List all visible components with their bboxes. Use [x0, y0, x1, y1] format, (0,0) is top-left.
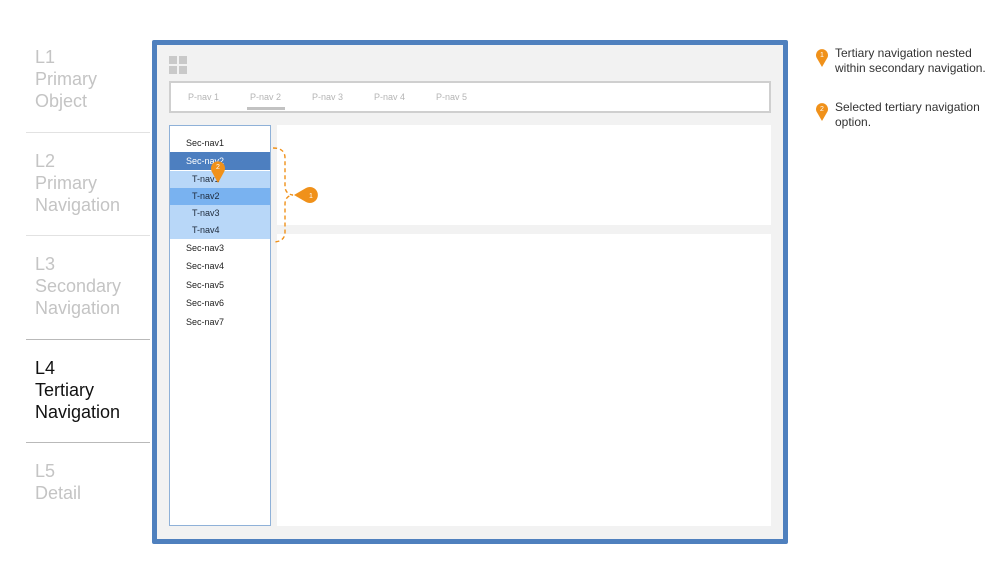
- level-l3-code: L3: [35, 254, 56, 274]
- level-divider: [26, 235, 150, 236]
- level-l4-title-line1: Tertiary: [35, 380, 95, 400]
- legend-text: Tertiary navigation nested within second…: [835, 46, 986, 75]
- level-l5: L5 Detail: [26, 460, 150, 504]
- level-l3-title-line1: Secondary: [35, 276, 122, 296]
- secondary-nav-item[interactable]: Sec-nav5: [170, 276, 270, 294]
- secondary-nav-item[interactable]: Sec-nav7: [170, 313, 270, 331]
- primary-nav-item[interactable]: P-nav 1: [188, 92, 219, 102]
- level-divider: [26, 442, 150, 443]
- level-l4-code: L4: [35, 358, 56, 378]
- map-pin-icon: 2: [816, 103, 828, 121]
- secondary-nav-item[interactable]: Sec-nav6: [170, 294, 270, 312]
- tertiary-nav-item[interactable]: T-nav1: [170, 171, 270, 188]
- content-panel-top: [277, 125, 771, 225]
- level-l5-code: L5: [35, 461, 56, 481]
- secondary-nav-item[interactable]: Sec-nav1: [170, 134, 270, 152]
- level-l2-title-line2: Navigation: [35, 195, 121, 215]
- level-l1-code: L1: [35, 47, 56, 67]
- primary-nav-selected-underline: [247, 107, 285, 110]
- level-l2: L2 Primary Navigation: [26, 150, 150, 216]
- tertiary-nav-item-selected[interactable]: T-nav2: [170, 188, 270, 205]
- level-l5-title-line1: Detail: [35, 483, 82, 503]
- level-divider: [26, 339, 150, 340]
- level-l1-title-line2: Object: [35, 91, 88, 111]
- secondary-nav-panel: Sec-nav1 Sec-nav2 T-nav1 T-nav2 T-nav3 T…: [169, 125, 271, 526]
- map-pin-icon: 1: [816, 49, 828, 67]
- secondary-nav-item-selected[interactable]: Sec-nav2: [170, 152, 270, 170]
- secondary-nav-item[interactable]: Sec-nav4: [170, 257, 270, 275]
- level-l2-code: L2: [35, 151, 56, 171]
- primary-nav-item[interactable]: P-nav 5: [436, 92, 467, 102]
- level-l3: L3 Secondary Navigation: [26, 253, 150, 319]
- level-divider: [26, 132, 150, 133]
- primary-nav-item-selected[interactable]: P-nav 2: [250, 92, 281, 102]
- level-l1-title-line1: Primary: [35, 69, 97, 89]
- level-l3-title-line2: Navigation: [35, 298, 121, 318]
- level-l2-title-line1: Primary: [35, 173, 97, 193]
- content-panel-bottom: [277, 234, 771, 526]
- legend-text: Selected tertiary navigation option.: [835, 100, 980, 129]
- level-l4: L4 Tertiary Navigation: [26, 357, 150, 423]
- legend-marker-number: 1: [820, 52, 824, 59]
- level-l4-title-line2: Navigation: [35, 402, 121, 422]
- tertiary-nav-item[interactable]: T-nav3: [170, 205, 270, 222]
- app-window-frame: P-nav 1 P-nav 2 P-nav 3 P-nav 4 P-nav 5 …: [152, 40, 788, 544]
- primary-nav-item[interactable]: P-nav 3: [312, 92, 343, 102]
- legend-marker-number: 2: [820, 106, 824, 113]
- level-l1: L1 Primary Object: [26, 46, 150, 112]
- primary-nav-item[interactable]: P-nav 4: [374, 92, 405, 102]
- secondary-nav-item[interactable]: Sec-nav3: [170, 239, 270, 257]
- tertiary-nav-item[interactable]: T-nav4: [170, 222, 270, 239]
- grid-icon[interactable]: [169, 56, 187, 74]
- primary-nav-bar: P-nav 1 P-nav 2 P-nav 3 P-nav 4 P-nav 5: [169, 81, 771, 113]
